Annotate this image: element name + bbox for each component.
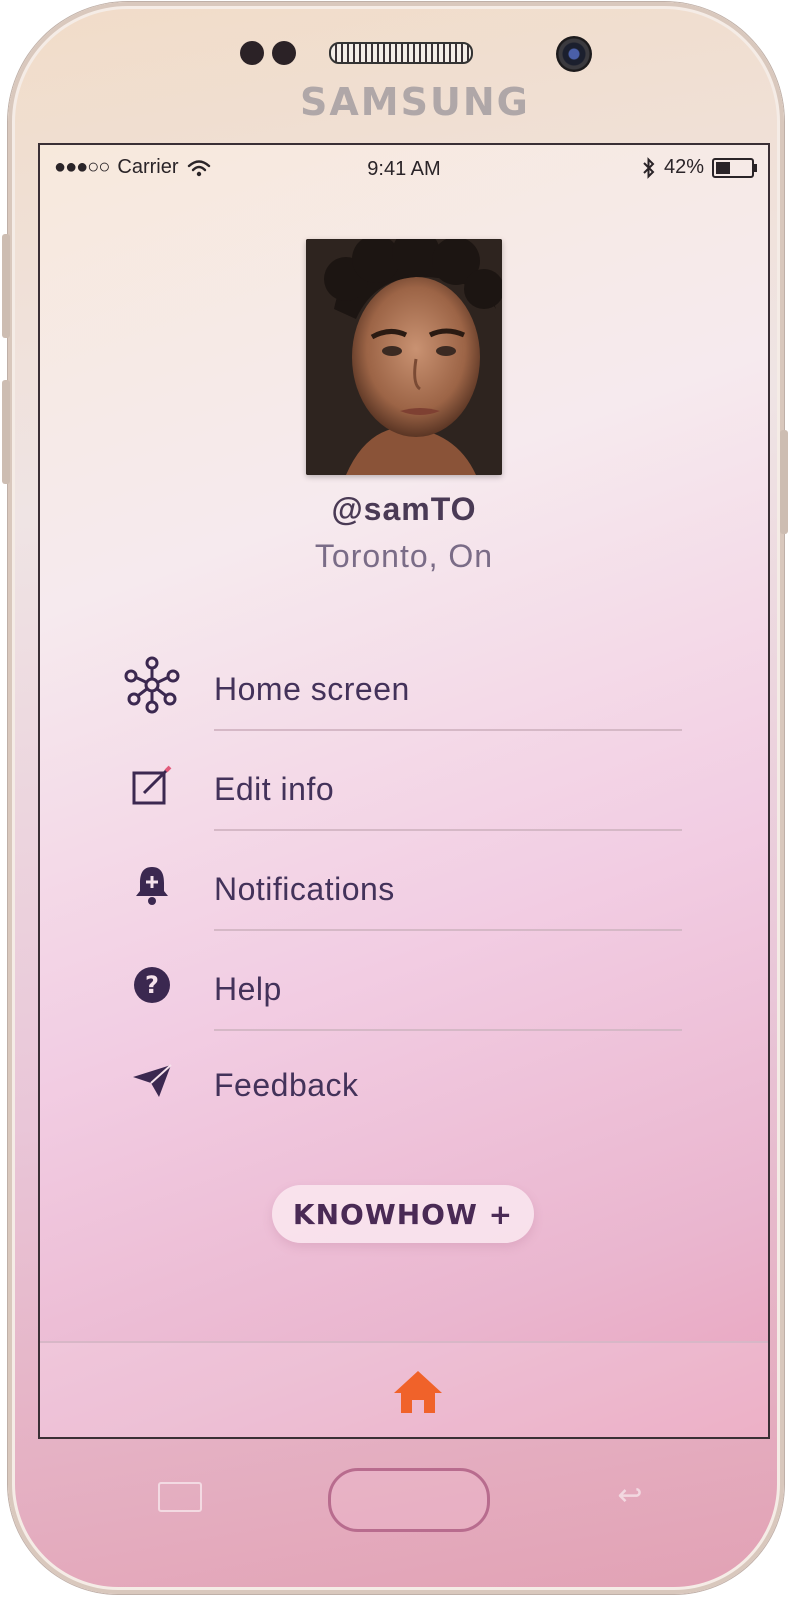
app-screen: ●●●○○ Carrier 9:41 AM 42% @samTO Toronto… (40, 145, 768, 1437)
menu-divider (214, 1029, 682, 1031)
bell-icon (136, 867, 168, 905)
profile-location: Toronto, On (314, 538, 494, 574)
brand-logo: SAMSUNG (300, 80, 530, 124)
send-icon (133, 1064, 172, 1097)
menu-divider (214, 929, 682, 931)
volume-up-button (2, 234, 10, 338)
recent-apps-key[interactable] (158, 1482, 202, 1512)
tab-home[interactable] (392, 1369, 444, 1420)
sensor-dot (240, 41, 264, 65)
menu-item-label: Edit info (214, 771, 335, 807)
menu-item-label: Feedback (214, 1067, 359, 1103)
phone-frame: SAMSUNG ●●●○○ Carrier 9:41 AM 42% @samTO… (2, 2, 788, 1594)
bottom-tab-bar (40, 1341, 768, 1437)
back-key[interactable]: ↩ (608, 1481, 652, 1511)
edit-icon (132, 765, 172, 805)
sensor-dot (272, 41, 296, 65)
home-icon (394, 1371, 442, 1413)
status-bar: ●●●○○ Carrier 9:41 AM 42% (40, 145, 768, 191)
menu-item-label: Home screen (214, 671, 410, 707)
help-icon: ? (134, 967, 170, 1003)
svg-text:?: ? (145, 971, 159, 999)
avatar[interactable] (306, 239, 502, 475)
menu-divider (214, 729, 682, 731)
menu-item-notifications[interactable]: Notifications (40, 853, 768, 953)
menu-item-help[interactable]: ? Help (40, 953, 768, 1053)
profile-username: @samTO (331, 491, 477, 527)
portrait-image (306, 239, 502, 475)
menu-item-edit-info[interactable]: Edit info (40, 753, 768, 853)
battery-percent: 42% (663, 156, 704, 178)
menu-item-feedback[interactable]: Feedback (40, 1063, 768, 1163)
menu-item-home-screen[interactable]: Home screen (40, 653, 768, 753)
menu-item-label: Notifications (214, 871, 395, 907)
volume-down-button (2, 380, 10, 484)
knowhow-plus-button[interactable]: KNOWHOW + (272, 1185, 534, 1243)
power-button (780, 430, 788, 534)
home-key[interactable] (328, 1468, 490, 1532)
menu-item-label: Help (214, 971, 282, 1007)
front-camera (556, 36, 592, 72)
bluetooth-icon (643, 156, 655, 179)
network-icon (124, 656, 180, 714)
earpiece-speaker (329, 42, 473, 64)
battery-icon (712, 157, 757, 178)
menu-divider (214, 829, 682, 831)
